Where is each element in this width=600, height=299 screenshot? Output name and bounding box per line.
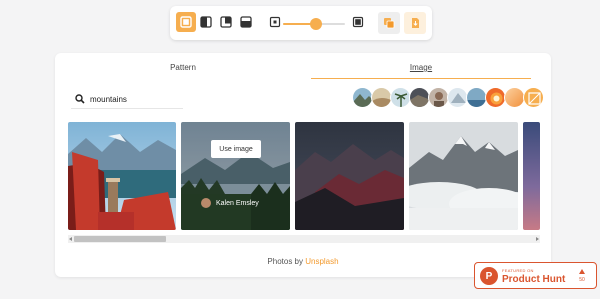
frame-full-icon xyxy=(180,16,192,28)
photo-twilight-sky[interactable] xyxy=(523,122,540,230)
photo-red-chairs-lake[interactable] xyxy=(68,122,176,230)
author-name: Kalen Emsley xyxy=(216,199,259,207)
photo-strip-scrollbar[interactable] xyxy=(68,235,540,243)
use-image-button[interactable]: Use image xyxy=(211,140,261,158)
size-small-icon xyxy=(265,12,285,32)
frame-right-icon xyxy=(220,16,232,28)
background-picker-panel: Pattern Image mountains Use image Kalen … xyxy=(55,53,551,277)
scrollbar-thumb[interactable] xyxy=(74,236,166,242)
product-hunt-badge[interactable]: P FEATURED ON Product Hunt 50 xyxy=(474,262,597,289)
frame-left-button[interactable] xyxy=(196,12,216,32)
ph-upvote-count: 50 xyxy=(579,277,585,283)
search-icon xyxy=(75,94,85,104)
frame-left-icon xyxy=(200,16,212,28)
scroll-right-arrow-icon[interactable] xyxy=(536,237,539,241)
palm-beach-thumb-icon[interactable] xyxy=(390,87,411,108)
frame-full-button[interactable] xyxy=(176,12,196,32)
mountain-lake-thumb-icon[interactable] xyxy=(352,87,373,108)
tab-image[interactable]: Image xyxy=(311,63,531,79)
product-hunt-logo-icon: P xyxy=(480,267,498,285)
topic-thumbnails xyxy=(352,87,544,111)
frame-bottom-button[interactable] xyxy=(236,12,256,32)
sunset-thumb-icon[interactable] xyxy=(485,87,506,108)
pattern-thumb-icon[interactable] xyxy=(523,87,544,108)
ocean-thumb-icon[interactable] xyxy=(466,87,487,108)
image-search xyxy=(71,91,183,109)
toolbar xyxy=(170,6,432,40)
author-avatar xyxy=(201,198,211,208)
duplicate-button[interactable] xyxy=(378,12,400,34)
search-input[interactable] xyxy=(90,92,180,106)
duplicate-icon xyxy=(384,18,395,29)
dark-landscape-thumb-icon[interactable] xyxy=(409,87,430,108)
download-icon xyxy=(412,18,419,28)
photo-hover-overlay xyxy=(181,122,290,230)
tab-pattern[interactable]: Pattern xyxy=(123,63,243,79)
unsplash-link[interactable]: Unsplash xyxy=(305,257,338,266)
download-button[interactable] xyxy=(404,12,426,34)
photo-author[interactable]: Kalen Emsley xyxy=(201,198,259,208)
photo-strip: Use image Kalen Emsley xyxy=(68,122,540,230)
photo-dusky-mountains[interactable] xyxy=(295,122,404,230)
size-slider[interactable] xyxy=(283,18,345,30)
slider-knob[interactable] xyxy=(309,18,322,30)
photo-snowy-peaks-clouds[interactable] xyxy=(409,122,518,230)
orange-gradient-thumb-icon[interactable] xyxy=(504,87,525,108)
credit-prefix: Photos by xyxy=(267,257,303,266)
sky-thumb-icon[interactable] xyxy=(447,87,468,108)
desert-thumb-icon[interactable] xyxy=(371,87,392,108)
ph-featured-label: FEATURED ON xyxy=(502,268,534,273)
tab-pattern-label: Pattern xyxy=(170,63,196,72)
frame-right-button[interactable] xyxy=(216,12,236,32)
frame-bottom-icon xyxy=(240,16,252,28)
scroll-left-arrow-icon[interactable] xyxy=(69,237,72,241)
upvote-arrow-icon xyxy=(579,269,585,274)
photo-foggy-valley[interactable]: Use image Kalen Emsley xyxy=(181,122,290,230)
tab-image-label: Image xyxy=(409,63,433,72)
size-large-icon xyxy=(348,12,368,32)
portrait-thumb-icon[interactable] xyxy=(428,87,449,108)
ph-name: Product Hunt xyxy=(502,274,566,285)
